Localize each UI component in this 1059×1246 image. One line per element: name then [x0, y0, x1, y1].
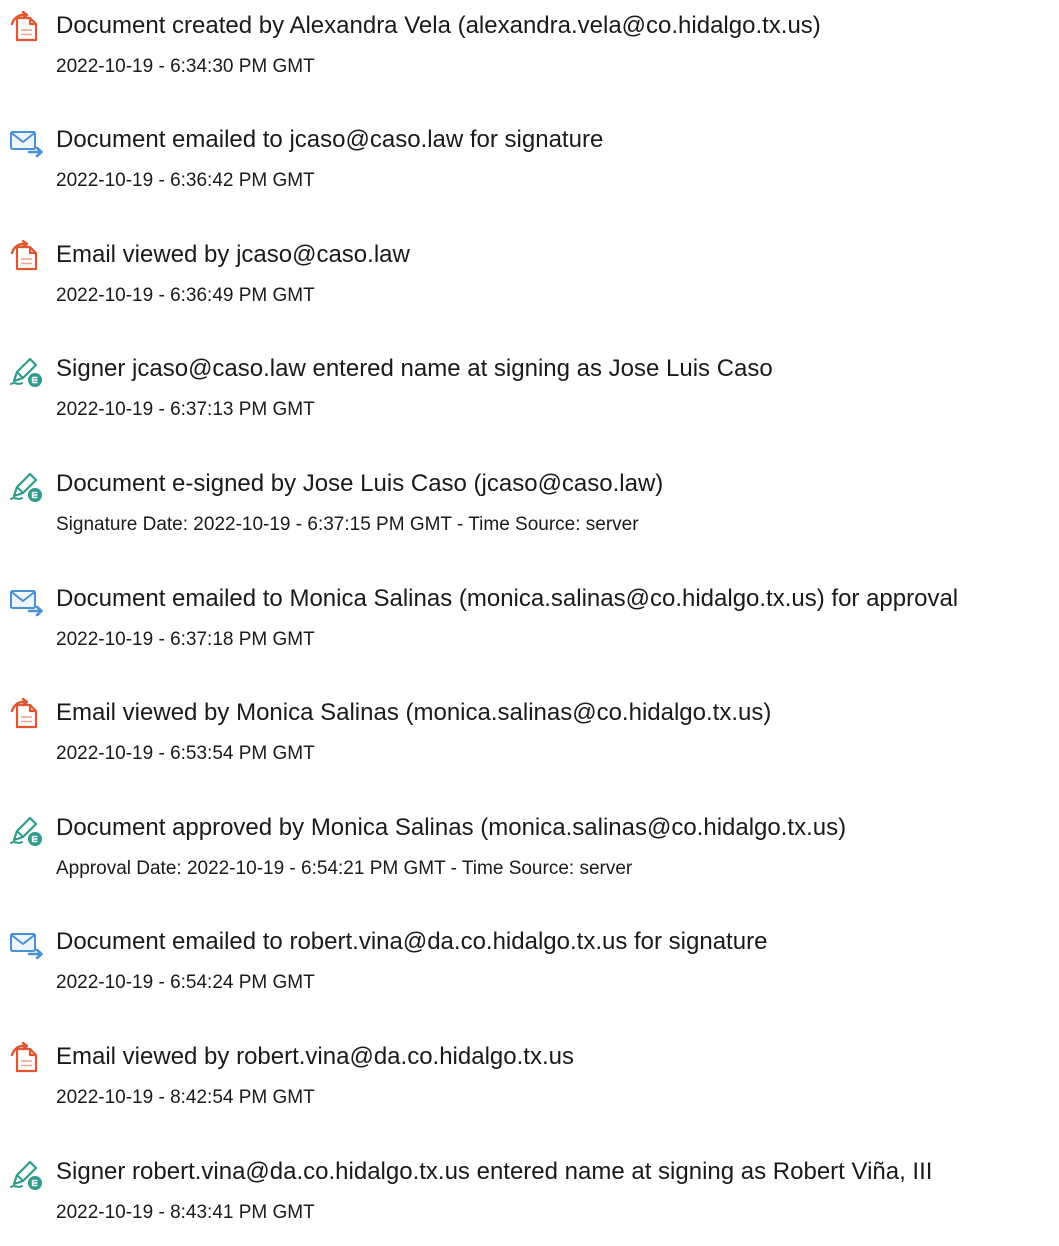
event-timestamp: 2022-10-19 - 6:37:13 PM GMT	[56, 399, 315, 420]
event-title: Document emailed to robert.vina@da.co.hi…	[56, 928, 768, 955]
document-icon	[8, 10, 44, 46]
event-title: Document created by Alexandra Vela (alex…	[56, 12, 821, 39]
event-title: Signer robert.vina@da.co.hidalgo.tx.us e…	[56, 1158, 933, 1185]
sign-icon	[8, 468, 44, 504]
sign-icon	[8, 353, 44, 389]
audit-entry: Email viewed by Monica Salinas (monica.s…	[0, 687, 1059, 787]
email-icon	[8, 583, 44, 619]
event-title: Document e-signed by Jose Luis Caso (jca…	[56, 470, 664, 497]
audit-entry: Document emailed to jcaso@caso.law for s…	[0, 114, 1059, 214]
event-title: Email viewed by jcaso@caso.law	[56, 241, 410, 268]
document-icon	[8, 1041, 44, 1077]
event-title: Document approved by Monica Salinas (mon…	[56, 814, 847, 841]
sign-icon	[8, 812, 44, 848]
event-title: Document emailed to jcaso@caso.law for s…	[56, 126, 604, 153]
event-timestamp: 2022-10-19 - 6:36:49 PM GMT	[56, 285, 315, 306]
document-icon	[8, 697, 44, 733]
email-icon	[8, 926, 44, 962]
audit-log: Document created by Alexandra Vela (alex…	[0, 0, 1059, 1223]
audit-entry: Document approved by Monica Salinas (mon…	[0, 802, 1059, 902]
event-timestamp: Approval Date: 2022-10-19 - 6:54:21 PM G…	[56, 858, 633, 879]
document-icon	[8, 239, 44, 275]
event-timestamp: 2022-10-19 - 6:36:42 PM GMT	[56, 170, 315, 191]
event-timestamp: 2022-10-19 - 6:53:54 PM GMT	[56, 743, 315, 764]
audit-entry: Document created by Alexandra Vela (alex…	[0, 0, 1059, 100]
audit-entry: Document emailed to Monica Salinas (moni…	[0, 573, 1059, 673]
event-title: Email viewed by Monica Salinas (monica.s…	[56, 699, 772, 726]
email-icon	[8, 124, 44, 160]
sign-icon	[8, 1156, 44, 1192]
audit-entry: Signer robert.vina@da.co.hidalgo.tx.us e…	[0, 1146, 1059, 1246]
audit-entry: Signer jcaso@caso.law entered name at si…	[0, 343, 1059, 443]
event-timestamp: 2022-10-19 - 8:42:54 PM GMT	[56, 1087, 315, 1108]
event-timestamp: 2022-10-19 - 6:37:18 PM GMT	[56, 629, 315, 650]
audit-entry: Email viewed by robert.vina@da.co.hidalg…	[0, 1031, 1059, 1131]
audit-entry: Document e-signed by Jose Luis Caso (jca…	[0, 458, 1059, 558]
event-timestamp: Signature Date: 2022-10-19 - 6:37:15 PM …	[56, 514, 639, 535]
event-timestamp: 2022-10-19 - 8:43:41 PM GMT	[56, 1202, 315, 1223]
event-title: Document emailed to Monica Salinas (moni…	[56, 585, 959, 612]
event-timestamp: 2022-10-19 - 6:54:24 PM GMT	[56, 972, 315, 993]
event-title: Signer jcaso@caso.law entered name at si…	[56, 355, 773, 382]
event-title: Email viewed by robert.vina@da.co.hidalg…	[56, 1043, 574, 1070]
event-timestamp: 2022-10-19 - 6:34:30 PM GMT	[56, 56, 315, 77]
audit-entry: Document emailed to robert.vina@da.co.hi…	[0, 916, 1059, 1016]
audit-entry: Email viewed by jcaso@caso.law 2022-10-1…	[0, 229, 1059, 329]
